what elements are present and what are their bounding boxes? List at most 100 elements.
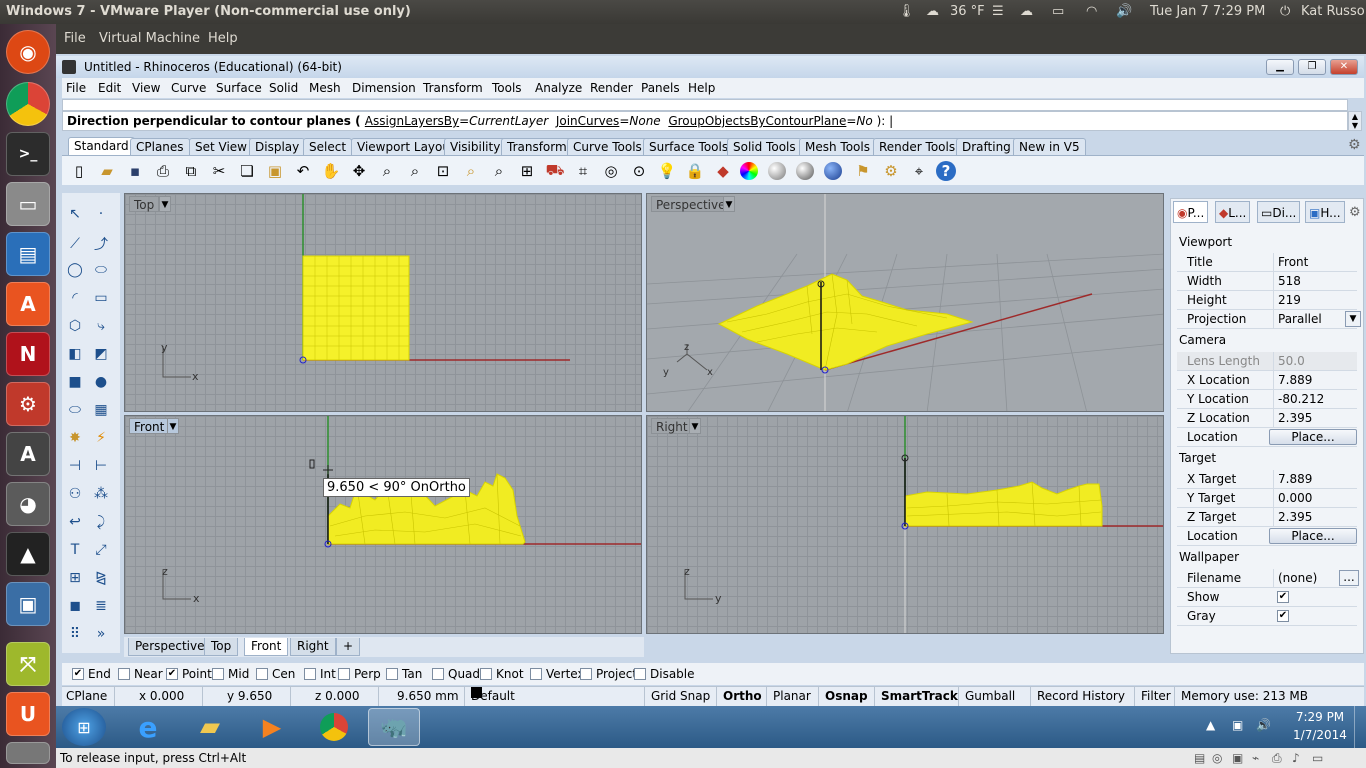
update-manager-icon[interactable]: A bbox=[6, 432, 50, 476]
fillet-icon[interactable]: ↩ bbox=[64, 511, 86, 533]
box-icon[interactable]: ■ bbox=[64, 371, 86, 393]
explode-icon[interactable]: ✸ bbox=[64, 427, 86, 449]
projection-dropdown-icon[interactable]: ▼ bbox=[1345, 311, 1361, 327]
battery-icon[interactable]: ▭ bbox=[1052, 0, 1064, 24]
gray-checkbox[interactable]: ✔ bbox=[1277, 610, 1289, 622]
writer-icon[interactable]: ▤ bbox=[6, 232, 50, 276]
sphere-icon[interactable]: ● bbox=[90, 371, 112, 393]
tab-surface-tools[interactable]: Surface Tools bbox=[643, 138, 735, 155]
filename-browse-button[interactable]: ... bbox=[1339, 570, 1359, 586]
tab-standard[interactable]: Standard bbox=[68, 137, 135, 155]
cplane-icon[interactable]: ◎ bbox=[600, 160, 622, 182]
grid-icon[interactable]: ⌗ bbox=[572, 160, 594, 182]
select-icon[interactable]: ⊙ bbox=[628, 160, 650, 182]
polygon-icon[interactable]: ⬡ bbox=[64, 315, 86, 337]
print-icon[interactable]: ⎙ bbox=[152, 160, 174, 182]
split-icon[interactable]: ⚡ bbox=[90, 427, 112, 449]
y-location-field[interactable]: -80.212 bbox=[1273, 390, 1361, 408]
grid-array-icon[interactable]: ⠿ bbox=[64, 623, 86, 645]
panel-tab-display[interactable]: ▭Di... bbox=[1257, 201, 1301, 223]
tab-cplanes[interactable]: CPlanes bbox=[130, 138, 190, 155]
paste-icon[interactable]: ▣ bbox=[264, 160, 286, 182]
more-tools-icon[interactable]: » bbox=[90, 623, 112, 645]
sound-card-icon[interactable]: ♪ bbox=[1292, 748, 1300, 768]
panel-tab-layers[interactable]: ◆L... bbox=[1215, 201, 1251, 223]
lock-icon[interactable]: 🔒 bbox=[684, 160, 706, 182]
snap-icon[interactable]: ⌖ bbox=[908, 160, 930, 182]
volume-icon[interactable]: 🔊 bbox=[1116, 0, 1132, 24]
boolean-split-icon[interactable]: ⁂ bbox=[90, 483, 112, 505]
host-user-name[interactable]: Kat Russo bbox=[1301, 0, 1365, 24]
fillet-curve-icon[interactable]: ⤷ bbox=[90, 315, 112, 337]
zoom-extents-icon[interactable]: ⊡ bbox=[432, 160, 454, 182]
close-button[interactable]: ✕ bbox=[1330, 59, 1358, 75]
viewport-perspective-label[interactable]: Perspective bbox=[651, 196, 731, 212]
status-record-history[interactable]: Record History bbox=[1030, 687, 1125, 707]
vmware-icon[interactable]: ⤧ bbox=[6, 642, 50, 686]
status-filter[interactable]: Filter bbox=[1134, 687, 1171, 707]
osnap-project-checkbox[interactable] bbox=[580, 668, 592, 680]
netflix-icon[interactable]: N bbox=[6, 332, 50, 376]
mesh-plane-icon[interactable]: ▦ bbox=[90, 399, 112, 421]
viewport-front[interactable]: z x Front ▼ 9.650 < 90° OnOrtho bbox=[124, 415, 642, 634]
minimize-button[interactable]: ▁ bbox=[1266, 59, 1294, 75]
viewport-right-label[interactable]: Right bbox=[651, 418, 693, 434]
four-viewports-icon[interactable]: ⊞ bbox=[516, 160, 538, 182]
keyboard-icon[interactable]: 🌡 bbox=[898, 0, 915, 24]
taskbar-time[interactable]: 7:29 PM bbox=[1288, 710, 1352, 724]
surface-icon[interactable]: ◧ bbox=[64, 343, 86, 365]
inkscape-icon[interactable]: ▲ bbox=[6, 532, 50, 576]
select-arrow-icon[interactable]: ↖ bbox=[64, 203, 86, 225]
camera-place-button[interactable]: Place... bbox=[1269, 429, 1357, 445]
image-viewer-icon[interactable]: ▣ bbox=[6, 582, 50, 626]
tab-display[interactable]: Display bbox=[249, 138, 306, 155]
menu-panels[interactable]: Panels bbox=[641, 81, 680, 95]
network-icon[interactable]: ▣ bbox=[1232, 718, 1243, 732]
tab-transform[interactable]: Transform bbox=[501, 138, 573, 155]
printer-icon[interactable]: ⎙ bbox=[1272, 748, 1282, 768]
tab-visibility[interactable]: Visibility bbox=[444, 138, 507, 155]
menu-dimension[interactable]: Dimension bbox=[352, 81, 416, 95]
zoom-window-icon[interactable]: ⌕ bbox=[404, 160, 426, 182]
ubuntu-dash-icon[interactable]: ◉ bbox=[6, 30, 50, 74]
trim-icon[interactable]: ⊣ bbox=[64, 455, 86, 477]
network-adapter-icon[interactable]: ▣ bbox=[1232, 748, 1243, 768]
menu-indicator-icon[interactable]: ☰ bbox=[992, 0, 1004, 24]
rectangle-icon[interactable]: ▭ bbox=[90, 287, 112, 309]
osnap-cen-checkbox[interactable] bbox=[256, 668, 268, 680]
toolbar-options-gear-icon[interactable]: ⚙ bbox=[1348, 137, 1361, 153]
rendered-sphere-icon[interactable] bbox=[796, 162, 814, 180]
osnap-perp-checkbox[interactable] bbox=[338, 668, 350, 680]
shaded-sphere-icon[interactable] bbox=[768, 162, 786, 180]
command-scroll[interactable]: ▲ ▼ bbox=[1348, 111, 1362, 131]
cylinder-icon[interactable]: ⬭ bbox=[64, 399, 86, 421]
weather-icon[interactable]: ☁ bbox=[926, 0, 939, 24]
command-line[interactable]: Direction perpendicular to contour plane… bbox=[62, 111, 1348, 131]
rotate-view-icon[interactable]: ✥ bbox=[348, 160, 370, 182]
viewport-front-menu-arrow-icon[interactable]: ▼ bbox=[167, 418, 179, 434]
status-layer[interactable]: Default bbox=[464, 687, 515, 707]
title-field[interactable]: Front bbox=[1273, 253, 1361, 271]
import-icon[interactable]: ⧉ bbox=[180, 160, 202, 182]
menu-view[interactable]: View bbox=[132, 81, 160, 95]
z-target-field[interactable]: 2.395 bbox=[1273, 508, 1361, 526]
viewport-right[interactable]: z y Right ▼ bbox=[646, 415, 1164, 634]
hard-disk-icon[interactable]: ▤ bbox=[1194, 748, 1205, 768]
vtab-perspective[interactable]: Perspective bbox=[128, 638, 212, 656]
vtab-front[interactable]: Front bbox=[244, 638, 289, 656]
gimp-icon[interactable]: ◕ bbox=[6, 482, 50, 526]
offset-icon[interactable]: ⤸ bbox=[90, 511, 112, 533]
boolean-union-icon[interactable]: ⚇ bbox=[64, 483, 86, 505]
status-ortho[interactable]: Ortho bbox=[716, 687, 762, 707]
zoom-all-icon[interactable]: ⌕ bbox=[488, 160, 510, 182]
tab-mesh-tools[interactable]: Mesh Tools bbox=[799, 138, 876, 155]
cloud-icon[interactable]: ☁ bbox=[1020, 0, 1033, 24]
status-gumball[interactable]: Gumball bbox=[958, 687, 1015, 707]
arc-icon[interactable]: ◜ bbox=[64, 287, 86, 309]
settings-icon[interactable]: ⚙ bbox=[6, 382, 50, 426]
osnap-mid-checkbox[interactable] bbox=[212, 668, 224, 680]
files-icon[interactable]: ▭ bbox=[6, 182, 50, 226]
command-history[interactable] bbox=[62, 99, 1348, 111]
show-desktop-button[interactable] bbox=[1354, 706, 1366, 748]
polyline-icon[interactable]: ⟋ bbox=[64, 233, 86, 255]
